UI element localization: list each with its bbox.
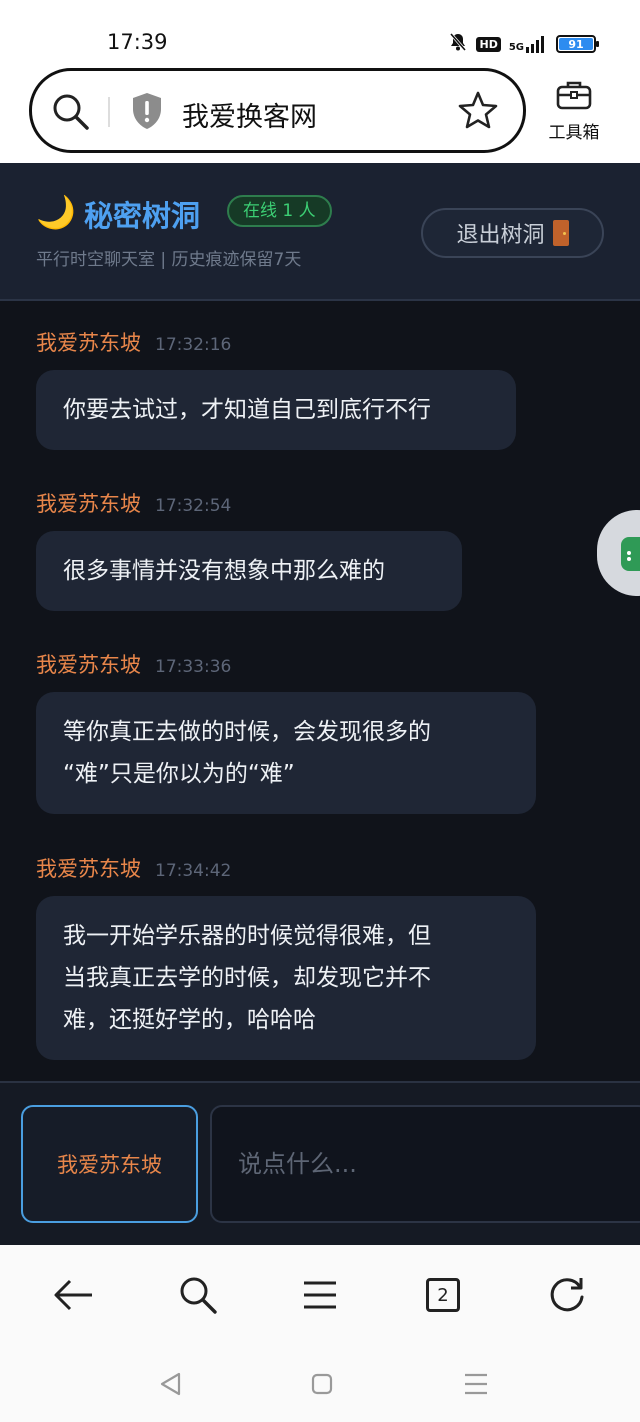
message-meta: 我爱苏东坡 17:33:36 xyxy=(36,649,536,679)
search-icon[interactable] xyxy=(52,93,90,135)
message-author: 我爱苏东坡 xyxy=(36,331,141,355)
menu-icon[interactable] xyxy=(298,1273,342,1317)
message-author: 我爱苏东坡 xyxy=(36,653,141,677)
system-back-icon[interactable] xyxy=(155,1369,185,1399)
exit-room-button[interactable]: 退出树洞 xyxy=(421,208,604,258)
system-home-icon[interactable] xyxy=(307,1369,337,1399)
message-bubble[interactable]: 你要去试过，才知道自己到底行不行 xyxy=(36,370,516,450)
message-line: 我一开始学乐器的时候觉得很难，但 xyxy=(63,923,431,949)
system-recents-icon[interactable] xyxy=(461,1369,491,1399)
message-time: 17:32:54 xyxy=(155,496,232,516)
message-time: 17:34:42 xyxy=(155,861,232,881)
message-line: 等你真正去做的时候，会发现很多的 xyxy=(63,719,431,745)
dots-icon xyxy=(627,551,631,555)
chat-bubble-icon xyxy=(621,537,640,571)
nickname-button[interactable]: 我爱苏东坡 xyxy=(21,1105,198,1223)
message-line: 难，还挺好学的，哈哈哈 xyxy=(63,1007,316,1033)
message-bubble[interactable]: 我一开始学乐器的时候觉得很难，但 当我真正去学的时候，却发现它并不 难，还挺好学… xyxy=(36,896,536,1060)
message-meta: 我爱苏东坡 17:32:16 xyxy=(36,327,516,357)
mute-bell-icon xyxy=(448,32,468,56)
chat-app: 🌙 秘密树洞 在线 1 人 平行时空聊天室 | 历史痕迹保留7天 退出树洞 我爱… xyxy=(0,163,640,1245)
message-line: 你要去试过，才知道自己到底行不行 xyxy=(63,397,431,423)
hd-icon: HD xyxy=(476,36,501,52)
composer-bar: 我爱苏东坡 xyxy=(0,1081,640,1245)
signal-5g-icon: 5G xyxy=(509,35,548,53)
door-icon xyxy=(552,220,569,246)
address-divider xyxy=(108,97,110,127)
battery-icon: 91 xyxy=(556,35,599,53)
floating-chat-button[interactable] xyxy=(597,510,640,596)
address-text[interactable]: 我爱换客网 xyxy=(182,95,317,134)
message-meta: 我爱苏东坡 17:34:42 xyxy=(36,853,536,883)
status-icons: HD 5G 91 xyxy=(448,32,599,56)
system-nav-bar xyxy=(0,1345,640,1422)
message-author: 我爱苏东坡 xyxy=(36,492,141,516)
shield-icon[interactable] xyxy=(130,91,164,135)
message-line: “难”只是你以为的“难” xyxy=(63,761,295,787)
network-label: 5G xyxy=(508,42,524,53)
browser-toolbar: 2 xyxy=(0,1245,640,1345)
room-subtitle: 平行时空聊天室 | 历史痕迹保留7天 xyxy=(36,250,302,270)
toolbox-icon xyxy=(546,80,602,114)
tabs-button[interactable]: 2 xyxy=(421,1273,465,1317)
battery-level: 91 xyxy=(559,38,593,51)
moon-icon: 🌙 xyxy=(36,193,76,231)
message-item: 我爱苏东坡 17:34:42 我一开始学乐器的时候觉得很难，但 当我真正去学的时… xyxy=(36,853,536,1060)
status-bar: 17:39 HD 5G 91 xyxy=(0,0,640,66)
back-arrow-icon[interactable] xyxy=(51,1273,95,1317)
message-line: 当我真正去学的时候，却发现它并不 xyxy=(63,965,431,991)
refresh-icon[interactable] xyxy=(545,1273,589,1317)
screen: 17:39 HD 5G 91 我爱换客网 工具箱 🌙 秘密树洞 在线 1 人 平… xyxy=(0,0,640,1422)
status-time: 17:39 xyxy=(107,30,168,54)
toolbox-label: 工具箱 xyxy=(548,123,600,143)
message-item: 我爱苏东坡 17:33:36 等你真正去做的时候，会发现很多的 “难”只是你以为… xyxy=(36,649,536,814)
message-time: 17:32:16 xyxy=(155,335,232,355)
toolbox-button[interactable]: 工具箱 xyxy=(546,80,602,143)
message-line: 很多事情并没有想象中那么难的 xyxy=(63,558,385,584)
star-icon[interactable] xyxy=(457,89,499,135)
search-icon[interactable] xyxy=(176,1273,220,1317)
message-input[interactable] xyxy=(210,1105,640,1223)
room-title: 秘密树洞 xyxy=(84,199,201,233)
message-bubble[interactable]: 等你真正去做的时候，会发现很多的 “难”只是你以为的“难” xyxy=(36,692,536,814)
message-time: 17:33:36 xyxy=(155,657,232,677)
tab-count: 2 xyxy=(426,1278,460,1312)
message-bubble[interactable]: 很多事情并没有想象中那么难的 xyxy=(36,531,462,611)
online-badge: 在线 1 人 xyxy=(227,195,332,227)
message-item: 我爱苏东坡 17:32:54 很多事情并没有想象中那么难的 xyxy=(36,488,462,611)
message-meta: 我爱苏东坡 17:32:54 xyxy=(36,488,462,518)
room-header: 🌙 秘密树洞 在线 1 人 平行时空聊天室 | 历史痕迹保留7天 退出树洞 xyxy=(0,163,640,301)
message-author: 我爱苏东坡 xyxy=(36,857,141,881)
message-item: 我爱苏东坡 17:32:16 你要去试过，才知道自己到底行不行 xyxy=(36,327,516,450)
address-bar[interactable]: 我爱换客网 xyxy=(29,68,526,153)
exit-room-label: 退出树洞 xyxy=(456,223,545,248)
